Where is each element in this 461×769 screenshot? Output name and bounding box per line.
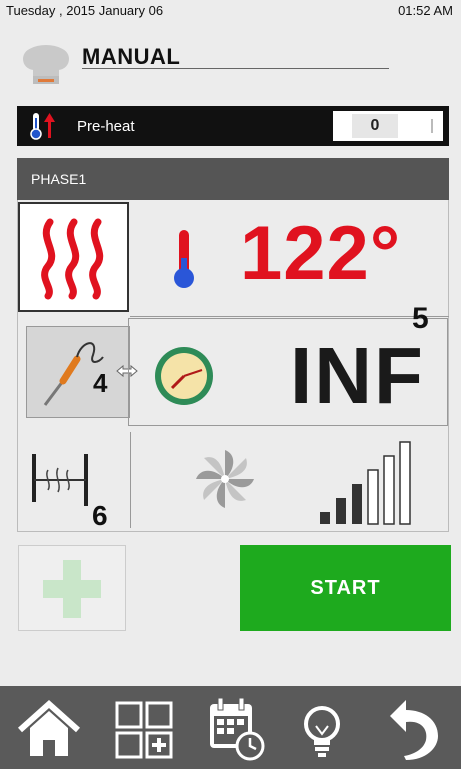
status-time: 01:52 AM (398, 3, 453, 18)
start-button[interactable]: START (240, 545, 451, 631)
plus-icon (43, 560, 101, 618)
chef-hat-icon[interactable] (20, 42, 72, 88)
status-bar: Tuesday , 2015 January 06 01:52 AM (0, 0, 461, 22)
damper-badge: 6 (92, 500, 108, 531)
fan-icon[interactable] (192, 446, 258, 517)
preheat-value: 0 (352, 114, 398, 138)
row-divider (130, 316, 449, 317)
probe-badge: 4 (93, 368, 108, 398)
preheat-label: Pre-heat (77, 118, 135, 135)
phase-header: PHASE1 (17, 158, 449, 200)
preheat-slider-mark (431, 119, 433, 133)
phase-label: PHASE1 (31, 171, 87, 187)
probe-icon (43, 342, 104, 406)
status-date: Tuesday , 2015 January 06 (6, 3, 164, 18)
add-phase-button[interactable] (18, 545, 126, 631)
bottom-nav (0, 686, 461, 769)
probe-button[interactable] (26, 326, 130, 418)
page-title: MANUAL (82, 44, 181, 69)
preheat-value-field[interactable]: 0 (333, 111, 443, 141)
thermometer-heat-icon (27, 110, 61, 147)
time-badge: 5 (412, 302, 429, 335)
damper-icon[interactable] (30, 450, 90, 515)
back-icon[interactable] (386, 696, 442, 767)
preheat-bar[interactable]: Pre-heat 0 (17, 106, 449, 146)
clock-icon (152, 344, 216, 413)
title-underline (82, 68, 389, 69)
thermometer-icon (170, 228, 198, 295)
time-value: INF (290, 331, 425, 420)
home-icon[interactable] (16, 698, 82, 765)
grid-add-icon[interactable] (114, 700, 176, 767)
calendar-clock-icon[interactable] (206, 696, 266, 767)
heat-mode-button[interactable] (18, 202, 129, 312)
column-divider (130, 432, 131, 528)
temperature-value[interactable]: 122° (240, 210, 401, 297)
fan-level-icon[interactable] (318, 440, 428, 531)
heat-waves-icon (41, 218, 104, 300)
bulb-icon[interactable] (300, 704, 344, 765)
